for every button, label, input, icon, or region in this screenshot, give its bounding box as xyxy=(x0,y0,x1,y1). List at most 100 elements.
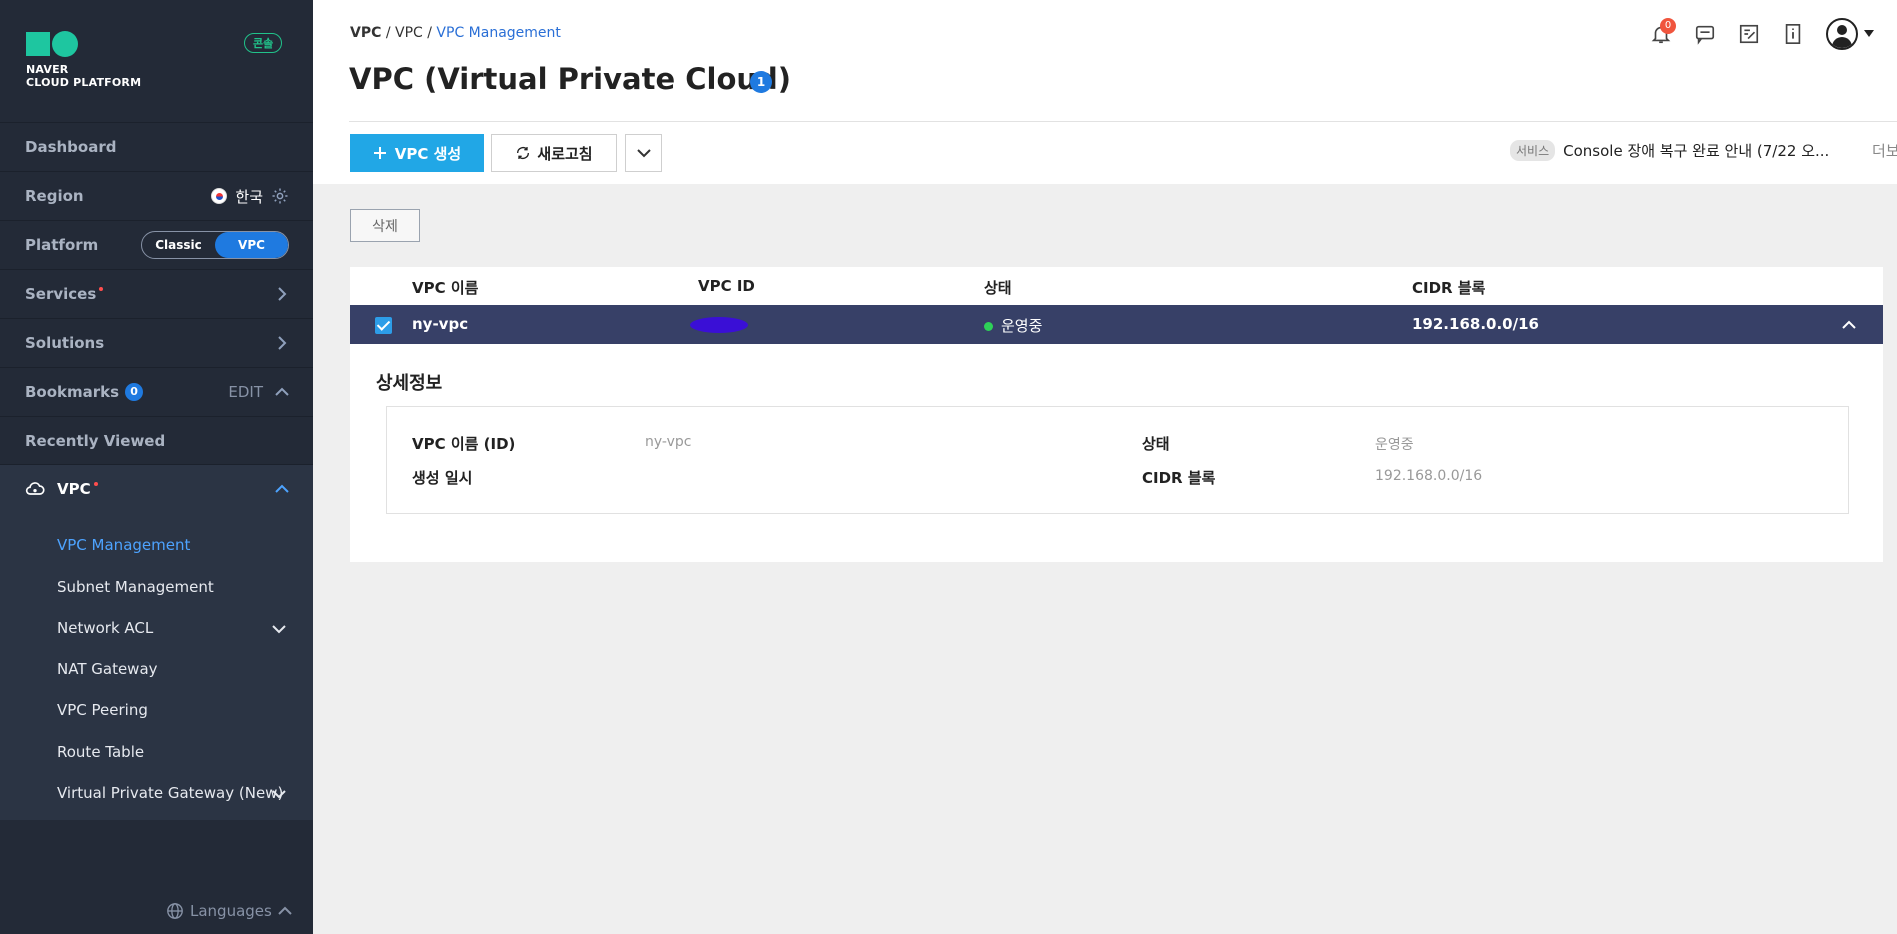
detail-name-value: ny-vpc xyxy=(645,434,692,450)
page-title: VPC (Virtual Private Cloud) xyxy=(349,62,792,96)
more-actions-dropdown[interactable] xyxy=(625,134,662,172)
sidebar-item-solutions[interactable]: Solutions xyxy=(0,318,313,367)
notice-more-link[interactable]: 더보기 xyxy=(1872,140,1897,161)
chat-button[interactable] xyxy=(1694,23,1716,45)
platform-label: Platform xyxy=(25,236,99,254)
breadcrumb-item-root[interactable]: VPC xyxy=(350,25,381,41)
logo-line2: CLOUD PLATFORM xyxy=(26,76,142,89)
languages-label: Languages xyxy=(190,902,272,920)
table-header: VPC 이름 VPC ID 상태 CIDR 블록 xyxy=(350,267,1883,305)
new-dot-icon xyxy=(99,287,104,291)
logo-mark-icon xyxy=(26,31,141,57)
sidebar-item-recently-viewed[interactable]: Recently Viewed xyxy=(0,416,313,464)
column-vpc-name[interactable]: VPC 이름 xyxy=(412,277,478,298)
row-checkbox[interactable] xyxy=(375,317,392,334)
sidebar-item-services[interactable]: Services xyxy=(0,269,313,318)
chevron-down-icon[interactable] xyxy=(271,622,287,636)
platform-vpc-option[interactable]: VPC xyxy=(215,232,288,258)
plus-icon xyxy=(373,147,386,159)
solutions-label: Solutions xyxy=(25,334,105,352)
submenu-subnet-management[interactable]: Subnet Management xyxy=(57,578,214,596)
chevron-right-icon xyxy=(278,336,287,350)
refresh-button[interactable]: 새로고침 xyxy=(491,134,617,172)
status-running-icon xyxy=(984,322,993,331)
notification-count-badge: 0 xyxy=(1660,18,1676,34)
chevron-down-icon xyxy=(636,149,651,158)
recently-viewed-label: Recently Viewed xyxy=(25,431,166,450)
row-cidr: 192.168.0.0/16 xyxy=(1412,315,1539,333)
vpc-submenu: VPC Management Subnet Management Network… xyxy=(0,512,313,820)
row-vpc-name: ny-vpc xyxy=(412,315,469,333)
info-button[interactable] xyxy=(1782,23,1804,45)
service-notice[interactable]: 서비스 Console 장애 복구 완료 안내 (7/22 오... 더보기 xyxy=(1510,140,1897,161)
platform-classic-option[interactable]: Classic xyxy=(142,232,215,258)
submenu-virtual-private-gateway[interactable]: Virtual Private Gateway (New) xyxy=(57,784,283,802)
region-label: Region xyxy=(25,187,84,205)
user-menu[interactable] xyxy=(1826,18,1874,50)
detail-status-label: 상태 xyxy=(1142,435,1170,453)
korea-flag-icon xyxy=(211,188,228,204)
caret-down-icon xyxy=(1864,30,1874,37)
naver-cloud-logo[interactable]: NAVER CLOUD PLATFORM xyxy=(26,31,142,89)
vpc-table: VPC 이름 VPC ID 상태 CIDR 블록 ny-vpc 운영중 192.… xyxy=(350,267,1883,562)
vpc-label: VPC xyxy=(57,479,91,498)
submenu-route-table[interactable]: Route Table xyxy=(57,743,144,761)
chevron-up-icon[interactable] xyxy=(275,385,289,399)
new-dot-icon xyxy=(93,481,98,486)
breadcrumb-item-vpc[interactable]: VPC xyxy=(395,25,423,41)
detail-created-label: 생성 일시 xyxy=(412,469,473,487)
column-status[interactable]: 상태 xyxy=(984,277,1012,298)
notes-button[interactable] xyxy=(1738,23,1760,45)
sidebar-item-region[interactable]: Region 한국 xyxy=(0,171,313,220)
notice-tag: 서비스 xyxy=(1510,140,1556,161)
region-value: 한국 xyxy=(235,187,263,206)
chevron-right-icon xyxy=(278,287,287,301)
edit-note-icon xyxy=(1739,24,1759,44)
sidebar: NAVER CLOUD PLATFORM 콘솔 Dashboard Region… xyxy=(0,0,313,934)
row-status-text: 운영중 xyxy=(1001,317,1043,335)
cloud-vpc-icon xyxy=(25,481,45,495)
detail-cidr-label: CIDR 블록 xyxy=(1142,469,1216,487)
column-cidr[interactable]: CIDR 블록 xyxy=(1412,277,1485,298)
notice-text[interactable]: Console 장애 복구 완료 안내 (7/22 오... xyxy=(1563,140,1829,161)
breadcrumb-item-current: VPC Management xyxy=(436,25,561,41)
console-badge: 콘솔 xyxy=(244,33,283,53)
bookmarks-edit-link[interactable]: EDIT xyxy=(228,383,263,401)
sidebar-item-vpc[interactable]: VPC xyxy=(0,464,313,512)
submenu-vpc-management[interactable]: VPC Management xyxy=(57,536,190,554)
column-vpc-id[interactable]: VPC ID xyxy=(698,277,755,295)
chevron-down-icon[interactable] xyxy=(271,787,287,801)
logo-line1: NAVER xyxy=(26,63,69,76)
notification-button[interactable]: 0 xyxy=(1650,18,1676,45)
detail-name-label: VPC 이름 (ID) xyxy=(412,435,516,453)
breadcrumb: VPC / VPC / VPC Management xyxy=(350,25,561,41)
vpc-create-label: VPC 생성 xyxy=(394,144,462,163)
chevron-up-icon[interactable] xyxy=(1841,319,1857,331)
refresh-label: 새로고침 xyxy=(537,144,593,163)
refresh-icon xyxy=(517,147,530,159)
chevron-up-icon xyxy=(278,906,292,915)
sidebar-item-dashboard[interactable]: Dashboard xyxy=(0,122,313,171)
submenu-network-acl[interactable]: Network ACL xyxy=(57,619,287,637)
detail-panel: VPC 이름 (ID) ny-vpc 생성 일시 상태 운영중 CIDR 블록 … xyxy=(386,406,1849,514)
submenu-nat-gateway[interactable]: NAT Gateway xyxy=(57,660,158,678)
submenu-vpc-peering[interactable]: VPC Peering xyxy=(57,701,148,719)
gear-icon[interactable] xyxy=(271,187,289,205)
sidebar-item-bookmarks[interactable]: Bookmarks 0 EDIT xyxy=(0,367,313,416)
delete-button[interactable]: 삭제 xyxy=(350,209,420,242)
network-acl-label: Network ACL xyxy=(57,619,154,637)
bookmarks-label: Bookmarks xyxy=(25,383,120,401)
header-divider xyxy=(349,121,1897,122)
info-doc-icon xyxy=(1785,24,1801,44)
title-count-badge: 1 xyxy=(750,71,772,93)
platform-toggle[interactable]: Classic VPC xyxy=(141,231,289,259)
avatar xyxy=(1826,18,1858,50)
chat-icon xyxy=(1695,25,1715,45)
vpc-create-button[interactable]: VPC 생성 xyxy=(350,134,484,172)
globe-icon xyxy=(167,903,183,919)
sidebar-item-platform: Platform Classic VPC xyxy=(0,220,313,269)
detail-cidr-value: 192.168.0.0/16 xyxy=(1375,468,1483,484)
languages-selector[interactable]: Languages xyxy=(166,902,292,920)
table-row[interactable]: ny-vpc 운영중 192.168.0.0/16 xyxy=(350,305,1883,344)
chevron-up-icon xyxy=(275,484,289,493)
